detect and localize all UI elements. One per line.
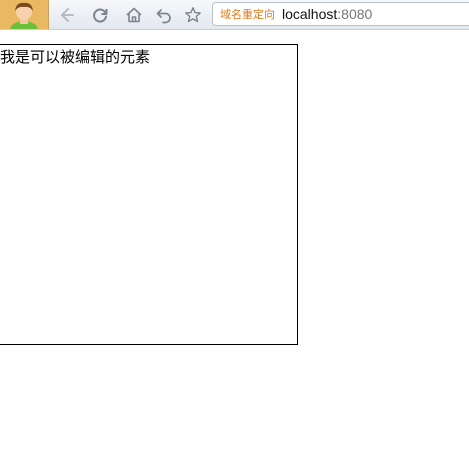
user-avatar-icon	[0, 0, 48, 29]
redirect-badge: 域名重定向	[220, 8, 275, 21]
address-host: localhost	[282, 6, 338, 22]
user-avatar[interactable]	[0, 0, 49, 29]
editable-text: 我是可以被编辑的元素	[0, 48, 151, 66]
back-button[interactable]	[56, 4, 78, 26]
favorite-button[interactable]	[182, 4, 204, 26]
page-content: 我是可以被编辑的元素	[0, 31, 469, 466]
address-port: :8080	[337, 6, 373, 22]
address-bar[interactable]: 域名重定向 localhost :8080	[212, 2, 469, 26]
star-icon	[185, 7, 201, 23]
reload-icon	[93, 8, 108, 23]
home-button[interactable]	[123, 4, 145, 26]
undo-button[interactable]	[153, 4, 175, 26]
editable-element[interactable]: 我是可以被编辑的元素	[0, 44, 298, 345]
browser-toolbar: 域名重定向 localhost :8080	[0, 0, 469, 30]
undo-icon	[156, 9, 171, 24]
home-icon	[126, 7, 142, 23]
arrow-left-icon	[61, 8, 74, 22]
reload-button[interactable]	[89, 4, 111, 26]
